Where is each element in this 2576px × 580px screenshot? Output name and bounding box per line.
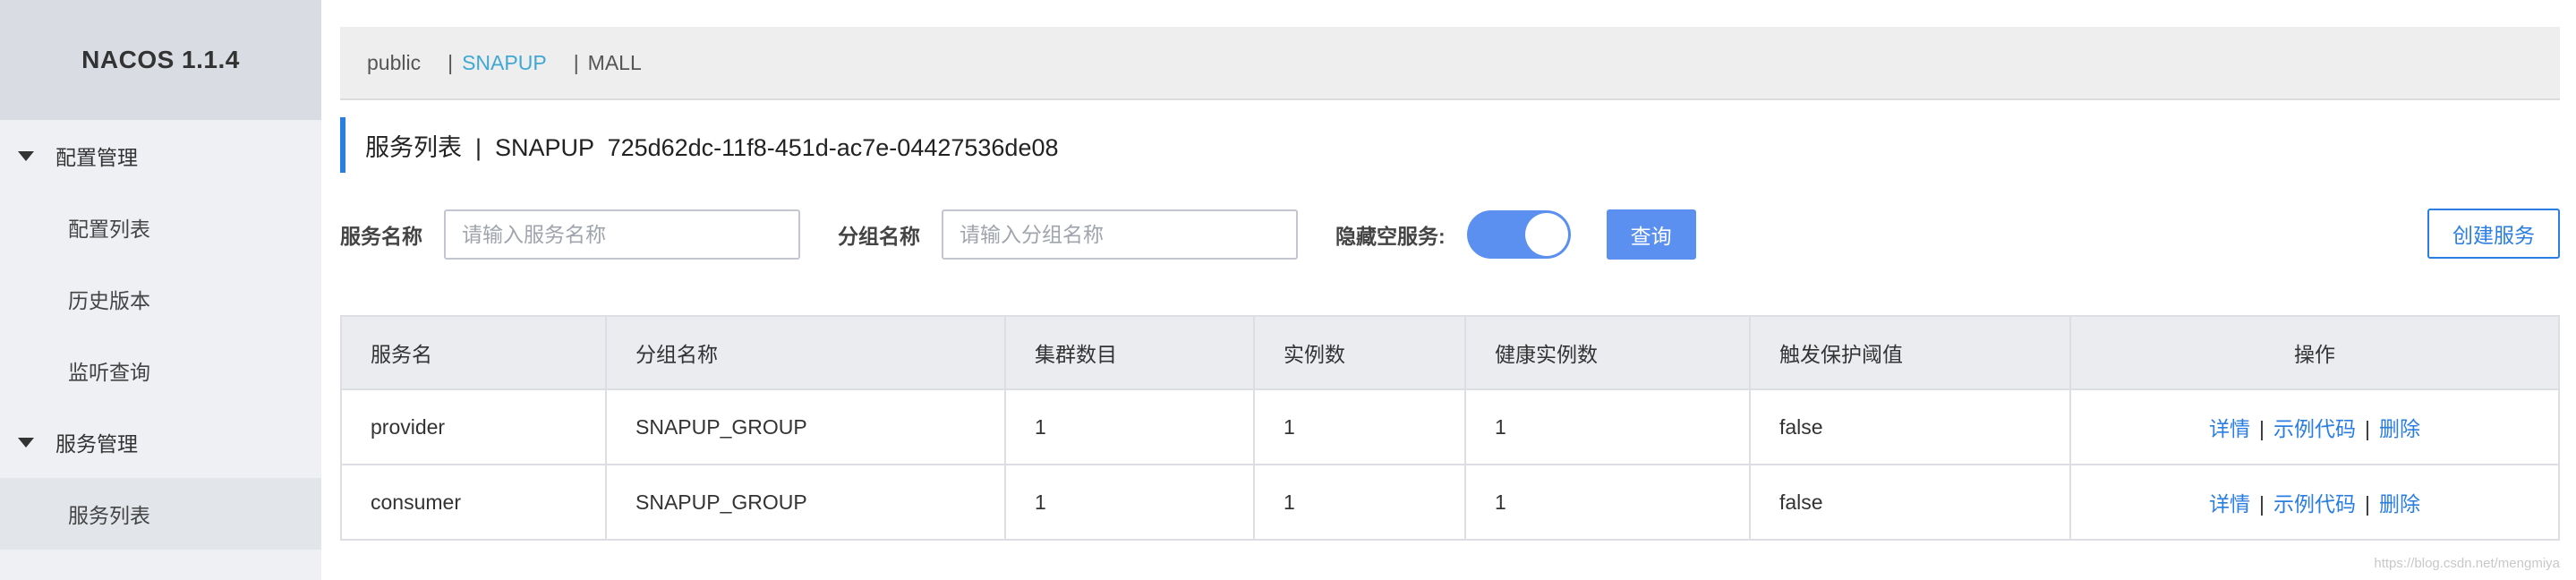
service-table: 服务名 分组名称 集群数目 实例数 健康实例数 触发保护阈值 操作 provid… bbox=[340, 315, 2560, 541]
delete-link[interactable]: 删除 bbox=[2379, 492, 2420, 516]
cell-group: SNAPUP_GROUP bbox=[606, 465, 1006, 541]
cell-service: provider bbox=[341, 389, 607, 465]
hide-empty-label: 隐藏空服务: bbox=[1335, 225, 1446, 248]
table-header-row: 服务名 分组名称 集群数目 实例数 健康实例数 触发保护阈值 操作 bbox=[341, 316, 2559, 390]
sample-code-link[interactable]: 示例代码 bbox=[2273, 417, 2356, 440]
cell-threshold: false bbox=[1750, 389, 2071, 465]
action-separator: | bbox=[2259, 492, 2265, 516]
detail-link[interactable]: 详情 bbox=[2209, 417, 2250, 440]
app-logo-title: NACOS 1.1.4 bbox=[0, 0, 321, 120]
namespace-mall[interactable]: MALL bbox=[588, 51, 642, 75]
namespace-separator: | bbox=[573, 50, 579, 74]
hide-empty-toggle[interactable] bbox=[1466, 210, 1571, 259]
table-row: consumer SNAPUP_GROUP 1 1 1 false 详情 | 示例代… bbox=[341, 465, 2559, 541]
sidebar-group-label: 服务管理 bbox=[55, 432, 138, 456]
sidebar: NACOS 1.1.4 配置管理 配置列表 历史版本 监听查询 服务管理 服务列… bbox=[0, 0, 321, 580]
sidebar-group-config[interactable]: 配置管理 bbox=[0, 120, 321, 192]
sidebar-item-service-list[interactable]: 服务列表 bbox=[0, 478, 321, 550]
sidebar-group-label: 配置管理 bbox=[55, 146, 138, 169]
cell-threshold: false bbox=[1750, 465, 2071, 541]
toggle-knob bbox=[1524, 213, 1568, 256]
caret-down-icon bbox=[18, 150, 34, 161]
cell-healthy: 1 bbox=[1465, 465, 1751, 541]
sidebar-item-listener-query[interactable]: 监听查询 bbox=[0, 335, 321, 406]
sidebar-group-service[interactable]: 服务管理 bbox=[0, 406, 321, 478]
col-threshold[interactable]: 触发保护阈值 bbox=[1750, 316, 2071, 390]
page-title: 服务列表 | SNAPUP 725d62dc-11f8-451d-ac7e-04… bbox=[365, 133, 1059, 161]
group-name-input[interactable] bbox=[942, 209, 1298, 260]
filter-bar: 服务名称 分组名称 隐藏空服务: 查询 创建服务 bbox=[340, 209, 2560, 260]
page-title-row: 服务列表 | SNAPUP 725d62dc-11f8-451d-ac7e-04… bbox=[340, 117, 2560, 173]
cell-actions: 详情 | 示例代码 | 删除 bbox=[2070, 465, 2559, 541]
watermark: https://blog.csdn.net/mengmiya bbox=[2374, 556, 2560, 571]
cell-group: SNAPUP_GROUP bbox=[606, 389, 1006, 465]
namespace-bar: public | SNAPUP | MALL bbox=[340, 27, 2560, 100]
cell-actions: 详情 | 示例代码 | 删除 bbox=[2070, 389, 2559, 465]
query-button[interactable]: 查询 bbox=[1606, 209, 1696, 260]
title-accent-bar bbox=[340, 117, 345, 173]
action-separator: | bbox=[2365, 417, 2370, 440]
main-content: public | SNAPUP | MALL 服务列表 | SNAPUP 725… bbox=[340, 0, 2560, 580]
col-instance-count[interactable]: 实例数 bbox=[1254, 316, 1466, 390]
service-name-input[interactable] bbox=[444, 209, 800, 260]
detail-link[interactable]: 详情 bbox=[2209, 492, 2250, 516]
action-separator: | bbox=[2365, 492, 2370, 516]
col-service-name[interactable]: 服务名 bbox=[341, 316, 607, 390]
group-name-label: 分组名称 bbox=[838, 225, 920, 248]
table-row: provider SNAPUP_GROUP 1 1 1 false 详情 | 示例代… bbox=[341, 389, 2559, 465]
delete-link[interactable]: 删除 bbox=[2379, 417, 2420, 440]
cell-service: consumer bbox=[341, 465, 607, 541]
service-name-label: 服务名称 bbox=[340, 225, 422, 248]
namespace-public[interactable]: public bbox=[367, 51, 421, 75]
create-service-button[interactable]: 创建服务 bbox=[2427, 209, 2560, 259]
caret-down-icon bbox=[18, 437, 34, 448]
cell-healthy: 1 bbox=[1465, 389, 1751, 465]
sidebar-item-config-list[interactable]: 配置列表 bbox=[0, 192, 321, 263]
namespace-separator: | bbox=[448, 50, 454, 74]
col-healthy-count[interactable]: 健康实例数 bbox=[1465, 316, 1751, 390]
cell-clusters: 1 bbox=[1005, 389, 1255, 465]
cell-instances: 1 bbox=[1254, 389, 1466, 465]
sample-code-link[interactable]: 示例代码 bbox=[2273, 492, 2356, 516]
cell-instances: 1 bbox=[1254, 465, 1466, 541]
col-cluster-count[interactable]: 集群数目 bbox=[1005, 316, 1255, 390]
action-separator: | bbox=[2259, 417, 2265, 440]
col-actions: 操作 bbox=[2070, 316, 2559, 390]
sidebar-item-history[interactable]: 历史版本 bbox=[0, 263, 321, 335]
col-group-name[interactable]: 分组名称 bbox=[606, 316, 1006, 390]
cell-clusters: 1 bbox=[1005, 465, 1255, 541]
namespace-snapup[interactable]: SNAPUP bbox=[462, 51, 547, 75]
